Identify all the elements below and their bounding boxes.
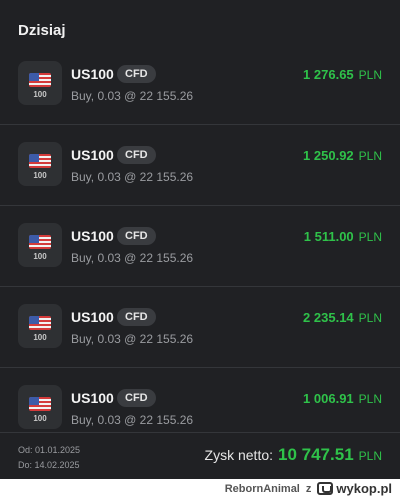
- instrument-symbol: US100: [71, 147, 114, 163]
- profit-amount: 1 250.92 PLN: [303, 148, 382, 163]
- us-flag-icon: [29, 316, 51, 330]
- trade-detail: Buy, 0.03 @ 22 155.26: [71, 413, 194, 427]
- us-flag-icon: [29, 397, 51, 411]
- instrument-type-badge: CFD: [117, 65, 156, 83]
- thumbnail-label: 100: [33, 171, 47, 180]
- trade-detail: Buy, 0.03 @ 22 155.26: [71, 89, 194, 103]
- profit-currency: PLN: [358, 68, 382, 82]
- app-screen: Dzisiaj 100 US100 CFD Buy, 0.03 @ 22 155…: [0, 0, 400, 479]
- position-row[interactable]: 100 US100 CFD Buy, 0.03 @ 22 155.26 2 23…: [0, 287, 400, 368]
- profit-currency: PLN: [358, 392, 382, 406]
- date-range: Od: 01.01.2025 Do: 14.02.2025: [18, 443, 80, 473]
- profit-value: 1 006.91: [303, 391, 354, 406]
- date-from: Od: 01.01.2025: [18, 445, 81, 455]
- instrument-symbol: US100: [71, 66, 114, 82]
- instrument-type-badge: CFD: [117, 146, 156, 164]
- trade-detail: Buy, 0.03 @ 22 155.26: [71, 332, 194, 346]
- profit-value: 2 235.14: [303, 310, 354, 325]
- watermark-site: wykop.pl: [336, 481, 392, 496]
- thumbnail-label: 100: [33, 252, 47, 261]
- net-profit: Zysk netto: 10 747.51 PLN: [205, 445, 382, 465]
- profit-currency: PLN: [358, 311, 382, 325]
- watermark-bar: RebornAnimal z wykop.pl: [0, 479, 400, 498]
- us-flag-icon: [29, 235, 51, 249]
- instrument-thumbnail: 100: [18, 385, 62, 429]
- position-row[interactable]: 100 US100 CFD Buy, 0.03 @ 22 155.26 1 25…: [0, 125, 400, 206]
- instrument-thumbnail: 100: [18, 142, 62, 186]
- profit-amount: 1 006.91 PLN: [303, 391, 382, 406]
- instrument-symbol: US100: [71, 228, 114, 244]
- instrument-symbol: US100: [71, 390, 114, 406]
- profit-currency: PLN: [358, 230, 382, 244]
- thumbnail-label: 100: [33, 333, 47, 342]
- position-list: 100 US100 CFD Buy, 0.03 @ 22 155.26 1 27…: [0, 44, 400, 449]
- trade-detail: Buy, 0.03 @ 22 155.26: [71, 170, 194, 184]
- profit-amount: 1 276.65 PLN: [303, 67, 382, 82]
- instrument-symbol: US100: [71, 309, 114, 325]
- instrument-thumbnail: 100: [18, 304, 62, 348]
- thumbnail-label: 100: [33, 90, 47, 99]
- profit-value: 1 511.00: [303, 229, 354, 244]
- watermark-user: RebornAnimal: [224, 482, 300, 495]
- us-flag-icon: [29, 154, 51, 168]
- profit-value: 1 250.92: [303, 148, 354, 163]
- instrument-type-badge: CFD: [117, 308, 156, 326]
- profit-currency: PLN: [358, 149, 382, 163]
- profit-value: 1 276.65: [303, 67, 354, 82]
- net-profit-currency: PLN: [358, 449, 382, 463]
- instrument-type-badge: CFD: [117, 389, 156, 407]
- profit-amount: 1 511.00 PLN: [304, 229, 382, 244]
- watermark-separator: z: [305, 482, 312, 495]
- instrument-thumbnail: 100: [18, 223, 62, 267]
- date-to: Do: 14.02.2025: [18, 460, 80, 470]
- position-row[interactable]: 100 US100 CFD Buy, 0.03 @ 22 155.26 1 51…: [0, 206, 400, 287]
- thumbnail-label: 100: [33, 414, 47, 423]
- section-title: Dzisiaj: [18, 22, 66, 39]
- position-row[interactable]: 100 US100 CFD Buy, 0.03 @ 22 155.26 1 27…: [0, 44, 400, 125]
- instrument-type-badge: CFD: [117, 227, 156, 245]
- wykop-logo-icon: [317, 482, 334, 495]
- us-flag-icon: [29, 73, 51, 87]
- profit-amount: 2 235.14 PLN: [303, 310, 382, 325]
- summary-footer: Od: 01.01.2025 Do: 14.02.2025 Zysk netto…: [0, 432, 400, 479]
- instrument-thumbnail: 100: [18, 61, 62, 105]
- net-profit-label: Zysk netto:: [204, 447, 274, 463]
- trade-detail: Buy, 0.03 @ 22 155.26: [71, 251, 194, 265]
- net-profit-value: 10 747.51: [278, 445, 354, 464]
- watermark-logo: wykop.pl: [317, 481, 392, 496]
